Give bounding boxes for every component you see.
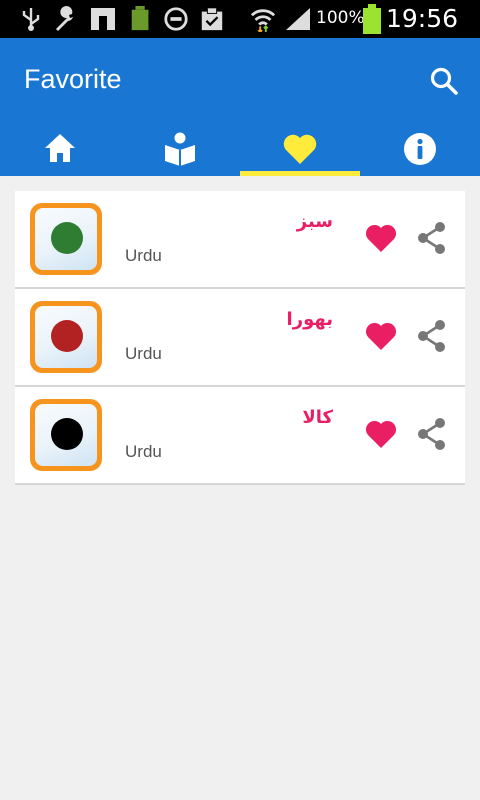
app-bar: Favorite [0, 38, 480, 176]
tab-info[interactable] [360, 126, 480, 176]
list-item[interactable]: کالا Urdu [15, 387, 465, 485]
word-text: سبز [296, 211, 333, 232]
color-swatch [51, 222, 83, 254]
tab-favorites[interactable] [240, 126, 360, 176]
color-thumbnail [30, 399, 102, 471]
gallery-icon [91, 8, 115, 30]
reading-icon [165, 132, 195, 166]
favorite-heart-icon[interactable] [364, 417, 398, 451]
language-label: Urdu [125, 442, 162, 461]
color-thumbnail [30, 301, 102, 373]
status-bar: 100% 19:56 [0, 0, 480, 38]
favorites-list: سبز Urdu بھورا Urdu کالا Urdu [15, 191, 465, 485]
color-swatch [51, 320, 83, 352]
clipboard-check-icon [201, 7, 223, 31]
language-label: Urdu [125, 246, 162, 265]
home-icon [45, 134, 75, 162]
wrench-icon [56, 6, 73, 32]
info-icon [404, 133, 436, 165]
color-swatch [51, 418, 83, 450]
usb-icon [22, 8, 40, 31]
battery-icon [363, 4, 381, 34]
page-title: Favorite [24, 64, 122, 94]
favorite-heart-icon[interactable] [364, 319, 398, 353]
signal-icon [286, 8, 310, 30]
list-item[interactable]: بھورا Urdu [15, 289, 465, 387]
share-icon[interactable] [416, 417, 448, 451]
battery-small-icon [131, 6, 149, 31]
search-icon[interactable] [428, 65, 460, 97]
heart-icon [283, 134, 317, 164]
language-label: Urdu [125, 344, 162, 363]
clock: 19:56 [385, 4, 458, 33]
do-not-disturb-icon [164, 7, 188, 31]
favorite-heart-icon[interactable] [364, 221, 398, 255]
share-icon[interactable] [416, 319, 448, 353]
battery-percent: 100% [316, 8, 365, 28]
share-icon[interactable] [416, 221, 448, 255]
wifi-icon [250, 9, 276, 32]
tab-learn[interactable] [120, 126, 240, 176]
tab-bar [0, 126, 480, 176]
list-item[interactable]: سبز Urdu [15, 191, 465, 289]
word-text: بھورا [286, 309, 333, 330]
word-text: کالا [302, 407, 333, 428]
color-thumbnail [30, 203, 102, 275]
tab-home[interactable] [0, 126, 120, 176]
